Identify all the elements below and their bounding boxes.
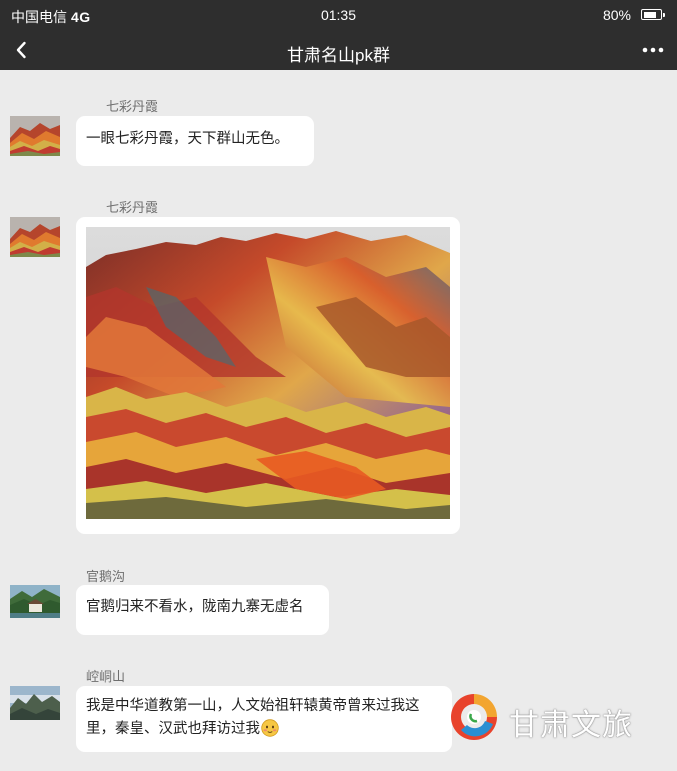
more-button[interactable] — [641, 38, 665, 62]
chat-header: 甘肃名山pk群 — [0, 30, 677, 70]
guanegou-avatar[interactable] — [10, 585, 60, 618]
image-message-bubble[interactable] — [76, 217, 460, 534]
sender-name: 崆峒山 — [86, 669, 126, 684]
rainbow-mountains-photo[interactable] — [86, 227, 450, 519]
battery-icon — [641, 9, 665, 20]
sender-name: 官鹅沟 — [86, 569, 126, 584]
watermark: 甘肃文旅 — [447, 690, 657, 744]
message-text: 一眼七彩丹霞，天下群山无色。 — [86, 131, 289, 147]
gansu-wenlv-logo — [451, 694, 497, 740]
sender-name: 七彩丹霞 — [106, 200, 159, 215]
battery-level-fill — [643, 11, 656, 18]
message-text: 官鹅归来不看水，陇南九寨无虚名 — [86, 599, 304, 615]
battery-percent: 80% — [602, 7, 631, 23]
ellipsis-icon — [642, 47, 664, 53]
blushing-face-emoji — [261, 719, 279, 745]
message-bubble[interactable]: 官鹅归来不看水，陇南九寨无虚名 — [76, 585, 329, 635]
message-text-line-2: 里，秦皇、汉武也拜访过我 — [86, 721, 260, 737]
message-bubble[interactable]: 我是中华道教第一山，人文始祖轩辕黄帝曾来过我这 里，秦皇、汉武也拜访过我 — [76, 686, 452, 752]
rainbow-mountain-avatar[interactable] — [10, 217, 60, 257]
message-text-line-1: 我是中华道教第一山，人文始祖轩辕黄帝曾来过我这 — [86, 698, 420, 714]
chat-title: 甘肃名山pk群 — [287, 46, 390, 65]
rainbow-mountain-avatar[interactable] — [10, 116, 60, 156]
message-bubble[interactable]: 一眼七彩丹霞，天下群山无色。 — [76, 116, 314, 166]
status-bar: 中国电信 4G 01:35 80% — [0, 0, 677, 30]
status-time: 01:35 — [320, 7, 357, 23]
watermark-text: 甘肃文旅 — [509, 709, 633, 742]
sender-name: 七彩丹霞 — [106, 99, 159, 114]
kongtong-avatar[interactable] — [10, 686, 60, 720]
